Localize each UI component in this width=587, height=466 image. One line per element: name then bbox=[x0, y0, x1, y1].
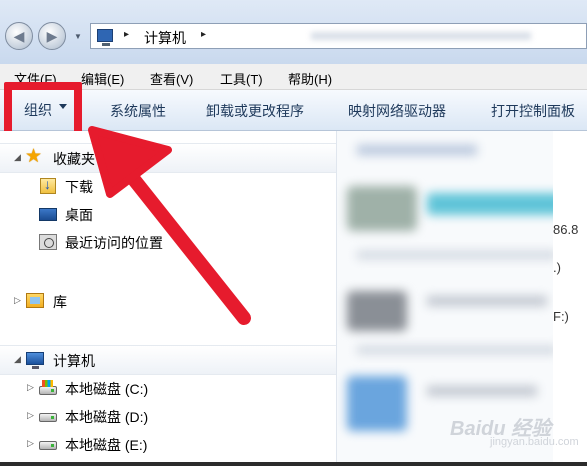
downloads-folder-icon bbox=[40, 176, 56, 194]
address-path-computer[interactable]: 计算机 bbox=[144, 28, 186, 48]
recent-places-icon bbox=[39, 234, 57, 250]
blurred-row bbox=[427, 386, 537, 396]
menu-edit[interactable]: 编辑(E) bbox=[81, 69, 124, 88]
nav-label-computer: 计算机 bbox=[53, 353, 95, 369]
system-properties-button[interactable]: 系统属性 bbox=[110, 101, 166, 121]
command-bar: 系统属性 卸载或更改程序 映射网络驱动器 打开控制面板 bbox=[0, 90, 587, 131]
blurred-group-header bbox=[357, 145, 477, 155]
bottom-edge bbox=[0, 462, 587, 466]
back-button[interactable]: ◀ bbox=[5, 22, 33, 50]
expand-icon[interactable]: ▷ bbox=[27, 382, 34, 393]
address-separator-2[interactable]: ▸ bbox=[201, 29, 206, 40]
nav-libraries[interactable]: ▷ 库 bbox=[0, 287, 336, 315]
nav-label-libraries: 库 bbox=[53, 294, 67, 310]
nav-computer[interactable]: ◢ 计算机 bbox=[0, 345, 336, 375]
library-icon bbox=[26, 293, 44, 308]
uninstall-program-button[interactable]: 卸载或更改程序 bbox=[206, 101, 304, 121]
blurred-row bbox=[357, 251, 557, 259]
address-separator[interactable]: ▸ bbox=[124, 29, 129, 40]
nav-drive-d[interactable]: ▷ 本地磁盘 (D:) bbox=[0, 402, 336, 430]
nav-label-desktop: 桌面 bbox=[65, 207, 93, 223]
nav-recent-places[interactable]: 最近访问的位置 bbox=[0, 228, 336, 256]
forward-arrow-icon: ▶ bbox=[46, 28, 58, 44]
expand-icon[interactable]: ▷ bbox=[14, 295, 21, 306]
hard-drive-icon bbox=[39, 413, 57, 422]
expand-icon[interactable]: ▷ bbox=[27, 410, 34, 421]
drive-fragment: .) bbox=[553, 260, 561, 275]
blurred-drive-icon bbox=[347, 186, 417, 231]
nav-label-recent: 最近访问的位置 bbox=[65, 235, 163, 251]
blurred-row bbox=[427, 296, 547, 306]
nav-label-drive-e: 本地磁盘 (E:) bbox=[65, 437, 148, 453]
desktop-icon bbox=[39, 208, 57, 221]
back-arrow-icon: ◀ bbox=[13, 28, 25, 44]
watermark-sub: jingyan.baidu.com bbox=[490, 436, 579, 448]
recent-pages-chevron-icon[interactable]: ▼ bbox=[74, 32, 82, 41]
collapse-icon[interactable]: ◢ bbox=[14, 152, 21, 163]
collapse-icon[interactable]: ◢ bbox=[14, 354, 21, 365]
open-control-panel-button[interactable]: 打开控制面板 bbox=[491, 101, 575, 121]
forward-button[interactable]: ▶ bbox=[38, 22, 66, 50]
nav-favorites[interactable]: ◢ ★ 收藏夹 bbox=[0, 143, 336, 173]
nav-label-drive-c: 本地磁盘 (C:) bbox=[65, 381, 149, 397]
window-header: ◀ ▶ ▼ ▸ 计算机 ▸ bbox=[0, 0, 587, 65]
system-drive-icon bbox=[39, 380, 57, 395]
navigation-pane: ◢ ★ 收藏夹 下载 桌面 最近访问的位置 ▷ 库 ◢ 计算机 ▷ 本地磁盘 (… bbox=[0, 131, 337, 466]
expand-icon[interactable]: ▷ bbox=[27, 438, 34, 449]
drive-fragment: F:) bbox=[553, 309, 569, 324]
menu-tools[interactable]: 工具(T) bbox=[220, 69, 263, 88]
blurred-address-region bbox=[311, 32, 531, 40]
nav-label-downloads: 下载 bbox=[65, 179, 93, 195]
menu-help[interactable]: 帮助(H) bbox=[288, 69, 332, 88]
computer-icon bbox=[97, 29, 113, 46]
menu-view[interactable]: 查看(V) bbox=[150, 69, 193, 88]
menu-bar: 文件(F) 编辑(E) 查看(V) 工具(T) 帮助(H) bbox=[0, 64, 587, 90]
size-fragment: 86.8 bbox=[553, 222, 579, 237]
nav-drive-e[interactable]: ▷ 本地磁盘 (E:) bbox=[0, 430, 336, 458]
map-network-drive-button[interactable]: 映射网络驱动器 bbox=[348, 101, 446, 121]
nav-downloads[interactable]: 下载 bbox=[0, 172, 336, 200]
blurred-row bbox=[357, 346, 557, 354]
nav-label-drive-d: 本地磁盘 (D:) bbox=[65, 409, 149, 425]
star-icon: ★ bbox=[25, 146, 43, 167]
blurred-drive-icon bbox=[347, 291, 407, 331]
blurred-device-icon bbox=[347, 376, 407, 431]
blurred-usage-bar bbox=[427, 193, 567, 215]
nav-drive-c[interactable]: ▷ 本地磁盘 (C:) bbox=[0, 374, 336, 402]
computer-icon bbox=[26, 352, 44, 369]
hard-drive-icon bbox=[39, 441, 57, 450]
nav-label-favorites: 收藏夹 bbox=[53, 151, 95, 167]
nav-desktop[interactable]: 桌面 bbox=[0, 200, 336, 228]
watermark-logo: Baidu 经验 jingyan.baidu.com bbox=[450, 412, 580, 456]
address-bar[interactable]: ▸ 计算机 ▸ bbox=[90, 23, 587, 49]
